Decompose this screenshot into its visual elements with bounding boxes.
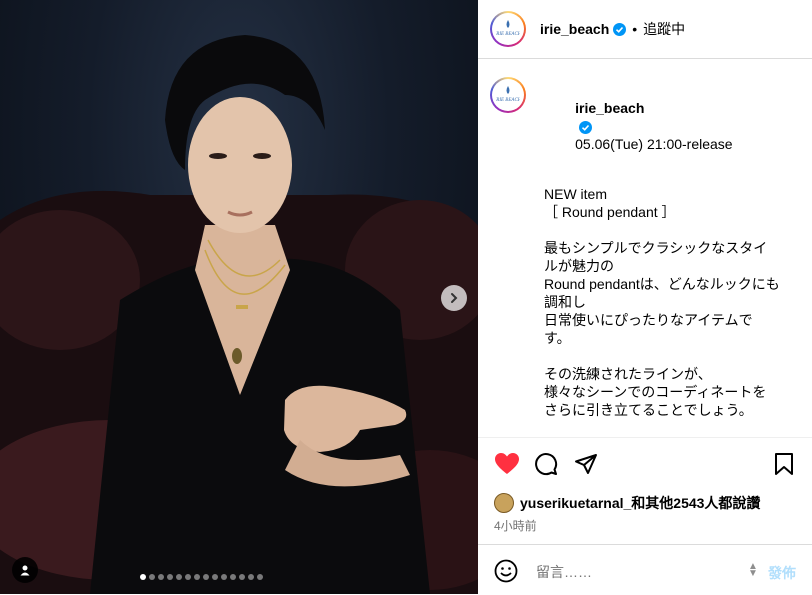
carousel-dot <box>203 574 209 580</box>
carousel-dot <box>239 574 245 580</box>
carousel-dot <box>257 574 263 580</box>
next-image-button[interactable] <box>441 285 467 311</box>
caption-line: 日常使いにぴったりなアイテムで <box>544 312 753 328</box>
caption-line: 最もシンプルでクラシックなスタイ <box>544 240 768 256</box>
carousel-dot <box>230 574 236 580</box>
likes-text[interactable]: yuserikuetarnal_和其他2543人都說讚 <box>520 493 760 513</box>
carousel-indicator <box>140 574 263 580</box>
user-tag-icon <box>20 565 30 576</box>
caption-avatar[interactable]: IRIE BEACH <box>490 77 526 113</box>
comment-input[interactable] <box>534 561 738 583</box>
share-icon <box>575 454 597 474</box>
resize-handle[interactable]: ▲ ▼ <box>748 562 758 579</box>
caption-section: IRIE BEACH irie_beach 05.06(Tue) 21:00-r… <box>478 59 812 437</box>
caption-line: 調和し <box>544 294 586 310</box>
post-photo-subject <box>0 35 478 594</box>
caption-body: NEW item ［ Round pendant ］ 最もシンプルでクラシックなスタ… <box>544 185 806 437</box>
carousel-dot <box>167 574 173 580</box>
post-image[interactable] <box>0 0 478 594</box>
post-comment-button[interactable]: 發佈 <box>768 563 796 583</box>
liker-avatar <box>494 493 514 513</box>
carousel-dot <box>140 574 146 580</box>
caption-line: その洗練されたラインが、 <box>544 366 712 382</box>
caption-line: ［ Round pendant ］ <box>544 204 676 220</box>
header-username[interactable]: irie_beach <box>540 21 609 37</box>
post-detail-panel: IRIE BEACH irie_beach • 追蹤中 IRIE BEACH <box>478 0 812 594</box>
caption-line <box>544 419 806 437</box>
carousel-dot <box>194 574 200 580</box>
emoji-icon <box>494 559 518 583</box>
caption-header: IRIE BEACH <box>490 77 526 113</box>
verified-icon <box>613 22 627 36</box>
carousel-dot <box>248 574 254 580</box>
tagged-users-button[interactable] <box>12 557 38 583</box>
carousel-dot <box>176 574 182 580</box>
chevron-right-icon <box>451 293 458 303</box>
carousel-dot <box>185 574 191 580</box>
save-button[interactable] <box>774 452 794 481</box>
avatar[interactable]: IRIE BEACH <box>490 11 526 47</box>
likes-summary[interactable]: yuserikuetarnal_和其他2543人都說讚 <box>494 493 760 513</box>
caption-line: Round pendantは、どんなルックにも <box>544 276 780 292</box>
caption-line: す。 <box>544 330 571 346</box>
carousel-dot <box>158 574 164 580</box>
comment-button[interactable] <box>534 452 558 481</box>
separator-dot: • <box>632 21 638 37</box>
carousel-dot <box>149 574 155 580</box>
comment-icon <box>535 453 558 476</box>
comment-box: ▲▼ 發佈 <box>478 544 812 595</box>
caption-line <box>544 347 806 365</box>
carousel-dot <box>212 574 218 580</box>
following-button[interactable]: 追蹤中 <box>643 19 685 39</box>
brand-logo: IRIE BEACH <box>494 81 522 109</box>
caption-line: 様々なシーンでのコーディネートを <box>544 384 767 400</box>
action-bar <box>478 437 812 490</box>
caption-username[interactable]: irie_beach <box>575 100 644 116</box>
svg-text:IRIE BEACH: IRIE BEACH <box>496 32 520 37</box>
caption-line <box>544 221 806 239</box>
svg-text:IRIE BEACH: IRIE BEACH <box>496 98 520 103</box>
caption-line: NEW item <box>544 186 607 202</box>
like-button[interactable] <box>494 452 520 481</box>
post-header: IRIE BEACH irie_beach • 追蹤中 <box>478 0 812 59</box>
post-timestamp[interactable]: 4小時前 <box>494 517 537 534</box>
brand-logo: IRIE BEACH <box>494 15 522 43</box>
share-button[interactable] <box>574 452 598 481</box>
bookmark-icon <box>775 453 793 475</box>
carousel-dot <box>221 574 227 580</box>
heart-icon <box>495 453 519 474</box>
caption-headline: 05.06(Tue) 21:00-release <box>575 136 733 152</box>
caption-text: irie_beach 05.06(Tue) 21:00-release NEW … <box>544 81 806 437</box>
caption-line: さらに引き立てることでしょう。 <box>544 402 753 418</box>
verified-icon <box>579 120 593 134</box>
caption-line: ルが魅力の <box>544 258 614 274</box>
emoji-button[interactable] <box>494 559 518 588</box>
